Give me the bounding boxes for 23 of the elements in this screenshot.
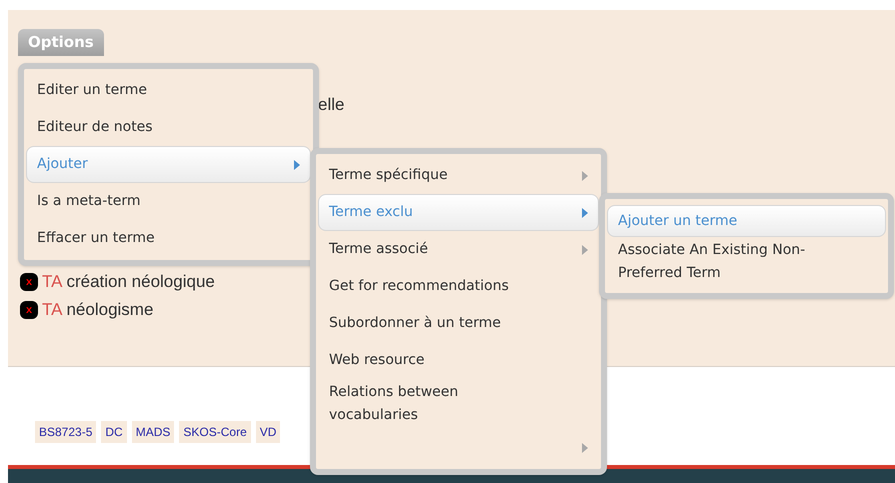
menu-item[interactable]: Web resource [318, 342, 599, 379]
menu-item[interactable]: Terme spécifique [318, 157, 599, 194]
menu-item[interactable]: Associate An Existing Non-Preferred Term [607, 237, 886, 287]
vocabulary-tag[interactable]: VD [256, 421, 280, 443]
term-text: elle [318, 94, 344, 114]
term-prefix: TA [42, 299, 62, 321]
menu-item[interactable]: Terme associé [318, 231, 599, 268]
remove-button[interactable]: x [20, 301, 38, 319]
vocabulary-tag[interactable]: DC [101, 421, 127, 443]
menu-item[interactable]: Editer un terme [26, 72, 311, 109]
menu-item[interactable]: Is a meta-term [26, 183, 311, 220]
term-link[interactable]: néologisme [66, 299, 154, 321]
menu-item[interactable]: Editeur de notes [26, 109, 311, 146]
menu-item[interactable]: Get for recommendations [318, 268, 599, 305]
vocabulary-tag[interactable]: SKOS-Core [179, 421, 251, 443]
remove-button[interactable]: x [20, 273, 38, 291]
menu-item[interactable]: Effacer un terme [26, 220, 311, 257]
menu-item[interactable]: Relations between vocabularies [318, 379, 599, 429]
vocabulary-tag[interactable]: BS8723-5 [35, 421, 96, 443]
vocabulary-tag[interactable]: MADS [132, 421, 174, 443]
term-prefix: TA [42, 271, 62, 293]
menu-item[interactable]: Subordonner à un terme [318, 305, 599, 342]
term-link[interactable]: création néologique [66, 271, 215, 293]
